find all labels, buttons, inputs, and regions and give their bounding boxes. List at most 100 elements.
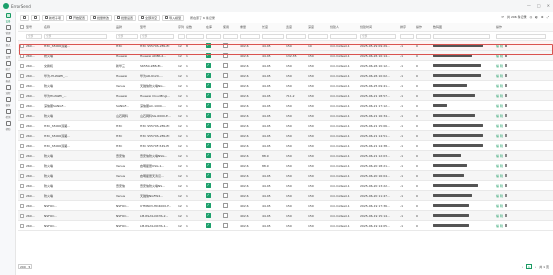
cell-flag[interactable] xyxy=(223,61,240,70)
row-checkbox[interactable] xyxy=(20,113,24,118)
cell-flag[interactable] xyxy=(223,71,240,80)
cell-enabled[interactable]: ✓ xyxy=(206,61,223,70)
cell-enabled[interactable]: ✓ xyxy=(206,111,223,120)
sidebar-item[interactable]: 管理 xyxy=(0,24,16,36)
filter-input[interactable] xyxy=(206,33,222,39)
filter-input[interactable] xyxy=(308,33,328,39)
cell-enabled[interactable]: ✓ xyxy=(206,81,223,90)
sync-icon[interactable]: ⟳ xyxy=(501,15,504,19)
filter-input[interactable] xyxy=(496,33,546,39)
trash-icon[interactable] xyxy=(504,64,508,67)
cell-enabled[interactable]: ✓ xyxy=(206,121,223,130)
filter-input[interactable]: 全部 xyxy=(26,33,43,39)
table-row[interactable]: 260... 防火墙 Venus 天融信防火墙NG... 12 1 ✓ 402.6 44.45 1… xyxy=(18,81,553,91)
trash-icon[interactable] xyxy=(504,184,508,187)
enabled-checkbox[interactable]: ✓ xyxy=(206,113,211,118)
row-checkbox[interactable] xyxy=(20,163,24,168)
enabled-checkbox[interactable]: ✓ xyxy=(206,83,211,88)
cell-flag[interactable] xyxy=(223,181,240,190)
row-checkbox[interactable] xyxy=(20,213,24,218)
edit-button[interactable]: 编 辑 xyxy=(496,204,503,208)
toolbar-button[interactable]: 新增子项 xyxy=(42,14,65,21)
cell-flag[interactable] xyxy=(223,191,240,200)
cell-enabled[interactable]: ✓ xyxy=(206,201,223,210)
close-icon[interactable]: ✕ xyxy=(547,3,550,8)
table-row[interactable]: 260... NSFOC... NSFOC... LM-RSAS-NX3S-1... 1… xyxy=(18,221,553,231)
table-row[interactable]: 260... H3C_S5000双路... H3C H3C S5570S-28S-EI… xyxy=(18,41,553,51)
page-size-select[interactable]: 200 ▾ xyxy=(18,264,32,269)
gear-icon[interactable]: ⚙ xyxy=(541,15,544,19)
column-header[interactable]: 名称 xyxy=(44,23,114,31)
cell-enabled[interactable]: ✓ xyxy=(206,221,223,230)
enabled-checkbox[interactable]: ✓ xyxy=(206,93,211,98)
cell-enabled[interactable]: ✓ xyxy=(206,211,223,220)
table-row[interactable]: 260... 深信服SANGF... SANGF... 深信服AC-1000-... 1… xyxy=(18,101,553,111)
edit-button[interactable]: 编 辑 xyxy=(496,84,503,88)
row-checkbox[interactable] xyxy=(20,173,24,178)
filter-input[interactable] xyxy=(433,33,490,39)
cell-flag[interactable] xyxy=(223,221,240,230)
column-header[interactable]: 长度 xyxy=(262,23,286,31)
flag-checkbox[interactable] xyxy=(223,173,228,178)
filter-input[interactable] xyxy=(416,33,432,39)
flag-checkbox[interactable] xyxy=(223,163,228,168)
trash-icon[interactable] xyxy=(504,84,508,87)
toolbar-button[interactable]: 开始配置 xyxy=(66,14,89,21)
settings-toggle-button[interactable] xyxy=(20,14,29,21)
enabled-checkbox[interactable]: ✓ xyxy=(206,223,211,228)
column-header[interactable]: 操作 xyxy=(496,23,551,31)
table-row[interactable]: 260... 交换机 新华三 S6550-28B-EI... 12 1 ✓ 402.6 44.4… xyxy=(18,61,553,71)
cell-enabled[interactable]: ✓ xyxy=(206,101,223,110)
column-header[interactable]: 型号 xyxy=(140,23,178,31)
sidebar-item[interactable]: 报表 xyxy=(0,72,16,84)
filter-input[interactable] xyxy=(223,33,239,39)
table-row[interactable]: 260... 防火墙 Venus 天融信NGFW4... 12 1 ✓ 402.6 44.45 1… xyxy=(18,191,553,201)
column-header[interactable]: 排序 xyxy=(400,23,416,31)
trash-icon[interactable] xyxy=(504,124,508,127)
edit-button[interactable]: 编 辑 xyxy=(496,114,503,118)
row-checkbox[interactable] xyxy=(20,143,24,148)
table-row[interactable]: 260... H3C_S5000双路... H3C H3C S5570S-28S-EI… xyxy=(18,121,553,131)
table-row[interactable]: 260... 防火墙 Venus 启明星辰USG-1... 12 1 ✓ 402.6 88.9 1… xyxy=(18,161,553,171)
enabled-checkbox[interactable]: ✓ xyxy=(206,103,211,108)
flag-checkbox[interactable] xyxy=(223,53,228,58)
next-page-button[interactable]: › xyxy=(535,265,536,269)
sidebar-item[interactable]: 设置 xyxy=(0,48,16,60)
trash-icon[interactable] xyxy=(504,154,508,157)
cell-flag[interactable] xyxy=(223,51,240,60)
flag-checkbox[interactable] xyxy=(223,133,228,138)
cell-enabled[interactable]: ✓ xyxy=(206,51,223,60)
row-checkbox[interactable] xyxy=(20,53,24,58)
column-header[interactable]: 重量 xyxy=(240,23,262,31)
prev-page-button[interactable]: ‹ xyxy=(522,265,523,269)
filter-input[interactable] xyxy=(240,33,260,39)
edit-button[interactable]: 编 辑 xyxy=(496,174,503,178)
cell-enabled[interactable]: ✓ xyxy=(206,41,223,50)
column-header[interactable]: 型号 xyxy=(26,23,44,31)
flag-checkbox[interactable] xyxy=(223,63,228,68)
sidebar-item[interactable]: 备份 xyxy=(0,96,16,108)
flag-checkbox[interactable] xyxy=(223,103,228,108)
filter-input[interactable]: 全部 xyxy=(44,33,107,39)
trash-icon[interactable] xyxy=(504,224,508,227)
edit-button[interactable]: 编 辑 xyxy=(496,124,503,128)
enabled-checkbox[interactable]: ✓ xyxy=(206,53,211,58)
flag-checkbox[interactable] xyxy=(223,203,228,208)
enabled-checkbox[interactable]: ✓ xyxy=(206,153,211,158)
cell-enabled[interactable]: ✓ xyxy=(206,181,223,190)
enabled-checkbox[interactable]: ✓ xyxy=(206,213,211,218)
trash-icon[interactable] xyxy=(504,144,508,147)
row-checkbox[interactable] xyxy=(20,103,24,108)
column-header[interactable]: 创建人 xyxy=(330,23,360,31)
cell-flag[interactable] xyxy=(223,161,240,170)
minimize-icon[interactable]: — xyxy=(527,3,531,8)
edit-button[interactable]: 编 辑 xyxy=(496,184,503,188)
table-row[interactable]: 260... 防火墙 Huawei Huawei AD8R-2... 12 1 ✓ 402.6… xyxy=(18,51,553,61)
column-header[interactable]: 创建时间 xyxy=(360,23,400,31)
cell-flag[interactable] xyxy=(223,41,240,50)
filter-input[interactable] xyxy=(286,33,306,39)
enabled-checkbox[interactable]: ✓ xyxy=(206,63,211,68)
row-checkbox[interactable] xyxy=(20,83,24,88)
enabled-checkbox[interactable]: ✓ xyxy=(206,203,211,208)
flag-checkbox[interactable] xyxy=(223,223,228,228)
